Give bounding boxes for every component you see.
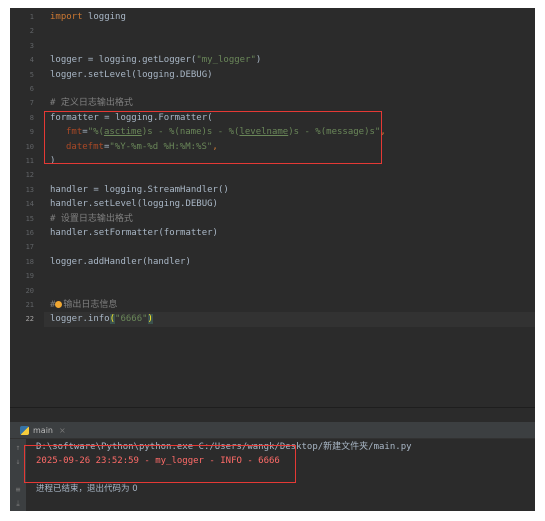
matched-paren: ) — [147, 314, 153, 325]
line-number: 21 — [25, 301, 34, 309]
line-number: 19 — [25, 272, 34, 281]
code-line-15-comment: # 设置日志输出格式 — [50, 213, 133, 224]
line-number: 5 — [29, 70, 34, 79]
arrow-up-icon[interactable]: ↑ — [13, 443, 23, 453]
arrow-down-icon[interactable]: ↓ — [13, 457, 23, 467]
code-line-22: logger.info("6666") — [50, 312, 153, 326]
wrap-icon[interactable]: ≡ — [13, 485, 23, 495]
code-editor[interactable]: import logging logger = logging.getLogge… — [44, 8, 535, 407]
line-number: 16 — [25, 229, 34, 237]
line-number: 13 — [25, 185, 34, 194]
code-text: logging — [82, 12, 126, 22]
intention-bulb-icon[interactable] — [55, 301, 63, 308]
comment-text: 输出日志信息 — [63, 300, 118, 310]
line-number: 10 — [25, 142, 34, 151]
line-number: 1 — [29, 13, 34, 21]
line-number: 15 — [25, 214, 34, 223]
python-icon — [20, 425, 29, 435]
highlight-box-formatter — [44, 111, 382, 164]
line-number: 11 — [25, 157, 34, 165]
string-literal: "my_logger" — [196, 55, 256, 66]
code-line-13: handler = logging.StreamHandler() — [50, 184, 229, 195]
code-text: logger = logging.getLogger( — [50, 55, 197, 66]
code-text: logger.info — [50, 314, 110, 325]
line-number: 20 — [25, 286, 34, 295]
scroll-end-icon[interactable]: ⤓ — [13, 499, 23, 509]
code-line-16: handler.setFormatter(formatter) — [50, 228, 218, 238]
line-number: 7 — [29, 99, 34, 108]
code-text: ) — [255, 55, 262, 66]
ide-window: 1 2 3 4 5 6 7 8 9 10 11 12 13 14 15 16 1… — [10, 8, 535, 511]
line-number: 6 — [29, 85, 34, 93]
line-number-gutter: 1 2 3 4 5 6 7 8 9 10 11 12 13 14 15 16 1… — [10, 8, 44, 407]
line-number: 14 — [25, 200, 34, 209]
keyword: import — [50, 12, 83, 22]
line-number: 9 — [29, 128, 34, 137]
run-tab-main[interactable]: main × — [20, 422, 66, 438]
panel-divider[interactable] — [10, 407, 535, 408]
code-line-21-comment: # 输出日志信息 — [50, 298, 117, 312]
run-tab-label: main — [33, 425, 53, 435]
line-number: 17 — [25, 243, 34, 252]
code-line-1: import logging — [50, 10, 126, 24]
run-toolbar: main × — [10, 422, 535, 439]
line-number: 3 — [29, 41, 34, 50]
line-number-current: 22 — [25, 315, 34, 324]
close-icon[interactable]: × — [59, 426, 66, 435]
highlight-box-output — [24, 445, 296, 483]
code-line-14: handler.setLevel(logging.DEBUG) — [50, 199, 218, 210]
console-exit-message: 进程已结束，退出代码为 0 — [36, 484, 138, 494]
line-number: 4 — [29, 56, 34, 65]
code-line-7-comment: # 定义日志输出格式 — [50, 98, 133, 109]
line-number: 8 — [29, 113, 34, 122]
line-number: 2 — [29, 27, 34, 36]
string-literal: "6666" — [115, 314, 148, 325]
line-number: 18 — [25, 257, 34, 266]
line-number: 12 — [25, 171, 34, 180]
code-line-4: logger = logging.getLogger("my_logger") — [50, 53, 261, 67]
code-line-5: logger.setLevel(logging.DEBUG) — [50, 69, 213, 80]
code-line-18: logger.addHandler(handler) — [50, 256, 191, 267]
